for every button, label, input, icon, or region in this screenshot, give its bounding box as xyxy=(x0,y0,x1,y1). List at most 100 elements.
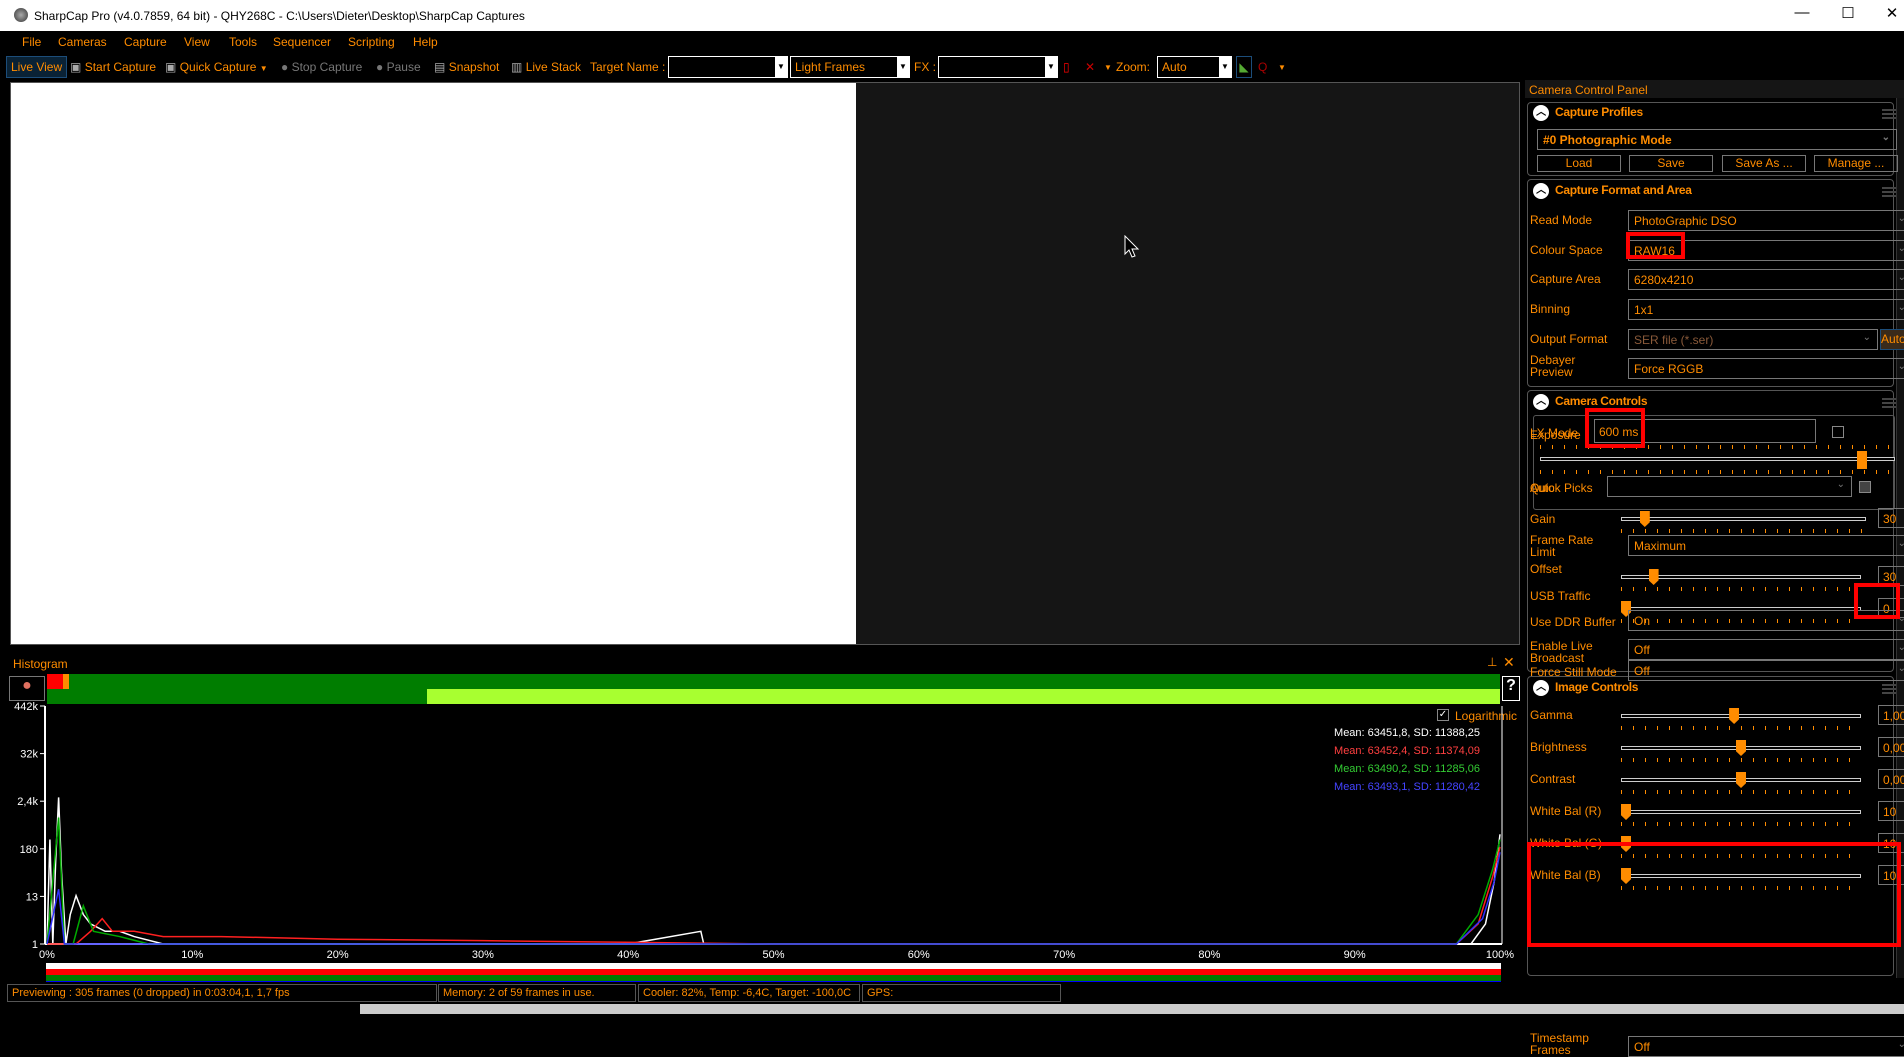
gain-value-box[interactable]: 30 xyxy=(1878,508,1904,528)
white-bal-b-slider[interactable] xyxy=(1621,874,1861,878)
debayer-preview-select[interactable]: Force RGGB ⌄ xyxy=(1628,358,1904,379)
exposure-input[interactable]: 600 ms xyxy=(1594,419,1816,443)
manage-profile-button[interactable]: Manage ... xyxy=(1814,155,1898,172)
minimize-button[interactable]: — xyxy=(1782,4,1822,26)
force-still-select[interactable]: Off ⌄ xyxy=(1628,660,1904,681)
save-as-profile-button[interactable]: Save As ... xyxy=(1722,155,1806,172)
white-bal-b-value-box[interactable]: 10 xyxy=(1878,865,1904,885)
menu-icon[interactable] xyxy=(1882,684,1896,694)
status-bar: Previewing : 305 frames (0 dropped) in 0… xyxy=(0,982,1904,1004)
chevron-down-icon: ⌄ xyxy=(1897,361,1904,372)
timestamp-select[interactable]: Off ⌄ xyxy=(1628,1036,1904,1057)
fx-select[interactable]: ▼ xyxy=(938,56,1058,78)
dropdown-arrow-icon[interactable]: ▼ xyxy=(1104,63,1112,72)
debayer-preview-select-value: Force RGGB xyxy=(1634,362,1704,376)
ddr-buffer-label: Use DDR Buffer xyxy=(1530,615,1616,629)
live-stack-button[interactable]: ▥ Live Stack xyxy=(511,60,581,74)
white-bal-r-slider[interactable] xyxy=(1621,810,1861,814)
channel-stats: Mean: 63493,1, SD: 11280,42 xyxy=(1334,781,1480,793)
white-bal-g-value-box[interactable]: 10 xyxy=(1878,833,1904,853)
live-stack-label: Live Stack xyxy=(525,60,582,74)
snapshot-button[interactable]: ▤ Snapshot xyxy=(434,60,499,74)
stop-capture-button[interactable]: ● Stop Capture xyxy=(281,60,362,74)
quick-capture-button[interactable]: ▣ Quick Capture ▼ xyxy=(165,60,268,74)
menu-file[interactable]: File xyxy=(22,35,41,49)
chevron-down-icon: ⌄ xyxy=(1897,302,1904,313)
menu-icon[interactable] xyxy=(1882,398,1896,408)
ddr-buffer-select[interactable]: On ⌄ xyxy=(1628,610,1904,631)
gamma-slider[interactable] xyxy=(1621,714,1861,718)
target-name-input[interactable]: ▼ xyxy=(668,56,788,78)
menu-capture[interactable]: Capture xyxy=(124,35,167,49)
roi-icon[interactable]: ▯ xyxy=(1063,60,1070,74)
channel-color-bar xyxy=(46,963,1501,969)
save-profile-button[interactable]: Save xyxy=(1629,155,1713,172)
offset-value-box[interactable]: 30 xyxy=(1878,566,1904,586)
load-profile-button[interactable]: Load xyxy=(1537,155,1621,172)
output-format-select[interactable]: SER file (*.ser) ⌄ xyxy=(1628,329,1878,350)
dropdown-arrow-icon[interactable]: ▼ xyxy=(1278,63,1286,72)
maximize-button[interactable]: ☐ xyxy=(1828,4,1868,26)
capture-profiles-header[interactable]: ︿ Capture Profiles xyxy=(1533,105,1643,121)
live-view-button[interactable]: Live View xyxy=(6,56,68,78)
menu-cameras[interactable]: Cameras xyxy=(58,35,107,49)
brightness-value-box[interactable]: 0,00 xyxy=(1878,737,1904,757)
auto-exposure-checkbox[interactable] xyxy=(1859,481,1871,493)
menu-icon[interactable] xyxy=(1882,187,1896,197)
live-stack-icon: ▥ xyxy=(511,60,523,74)
exposure-slider-thumb[interactable] xyxy=(1857,451,1868,469)
y-tick-label: 2,4k xyxy=(17,796,38,808)
frame-rate-select[interactable]: Maximum ⌄ xyxy=(1628,535,1904,556)
gamma-value-box[interactable]: 1,00 xyxy=(1878,705,1904,725)
collapse-icon[interactable]: ︿ xyxy=(1533,105,1549,121)
collapse-icon[interactable]: ︿ xyxy=(1533,394,1549,410)
preview-image xyxy=(11,83,856,644)
pause-button[interactable]: ● Pause xyxy=(376,60,421,74)
contrast-label: Contrast xyxy=(1530,772,1576,786)
capture-format-header[interactable]: ︿ Capture Format and Area xyxy=(1533,183,1692,199)
quick-picks-select[interactable]: ⌄ xyxy=(1607,476,1852,497)
status-cooler: Cooler: 82%, Temp: -6,4C, Target: -100,0… xyxy=(638,984,860,1002)
binning-select[interactable]: 1x1 ⌄ xyxy=(1628,299,1904,320)
profile-select[interactable]: #0 Photographic Mode ⌄ xyxy=(1537,129,1897,150)
dropdown-arrow-icon: ▼ xyxy=(259,64,268,73)
frame-rate-label: Frame Rate Limit xyxy=(1530,533,1594,559)
histogram-toggle-icon[interactable]: ◣ xyxy=(1236,56,1252,78)
contrast-value-box[interactable]: 0,00 xyxy=(1878,769,1904,789)
reticle-icon[interactable]: ✕ xyxy=(1085,60,1095,74)
contrast-ticks xyxy=(1621,790,1861,794)
menu-scripting[interactable]: Scripting xyxy=(348,35,395,49)
menu-view[interactable]: View xyxy=(184,35,210,49)
chevron-down-icon: ⌄ xyxy=(1881,132,1890,143)
frame-type-value: Light Frames xyxy=(795,60,866,74)
read-mode-select[interactable]: PhotoGraphic DSO ⌄ xyxy=(1628,210,1904,231)
menu-sequencer[interactable]: Sequencer xyxy=(273,35,331,49)
frame-type-select[interactable]: Light Frames ▼ xyxy=(790,56,910,78)
menu-tools[interactable]: Tools xyxy=(229,35,257,49)
white-bal-r-value-box[interactable]: 10 xyxy=(1878,801,1904,821)
white-bal-g-slider[interactable] xyxy=(1621,842,1861,846)
close-button[interactable]: ✕ xyxy=(1872,4,1904,26)
menu-icon[interactable] xyxy=(1882,109,1896,119)
colour-space-select[interactable]: RAW16 ⌄ xyxy=(1628,240,1904,261)
y-tick-label: 32k xyxy=(20,749,38,761)
zoom-select[interactable]: Auto ▼ xyxy=(1157,56,1232,78)
lx-mode-checkbox[interactable] xyxy=(1832,426,1844,438)
x-tick-label: 90% xyxy=(1344,949,1366,961)
offset-label: Offset xyxy=(1530,562,1562,576)
image-controls-header[interactable]: ︿ Image Controls xyxy=(1533,680,1638,696)
camera-controls-header[interactable]: ︿ Camera Controls xyxy=(1533,394,1648,410)
collapse-icon[interactable]: ︿ xyxy=(1533,680,1549,696)
image-preview[interactable] xyxy=(10,82,1520,645)
collapse-icon[interactable]: ︿ xyxy=(1533,183,1549,199)
capture-area-select[interactable]: 6280x4210 ⌄ xyxy=(1628,269,1904,290)
live-broadcast-select[interactable]: Off ⌄ xyxy=(1628,639,1904,660)
exposure-slider[interactable] xyxy=(1540,457,1895,461)
menu-help[interactable]: Help xyxy=(413,35,438,49)
output-format-auto-button[interactable]: Auto xyxy=(1880,329,1904,350)
white-bal-r-ticks xyxy=(1621,822,1861,826)
gain-slider[interactable] xyxy=(1621,517,1866,521)
start-capture-button[interactable]: ▣ Start Capture xyxy=(70,60,156,74)
capture-format-title: Capture Format and Area xyxy=(1555,183,1692,198)
magnifier-icon[interactable]: Q xyxy=(1258,60,1267,74)
